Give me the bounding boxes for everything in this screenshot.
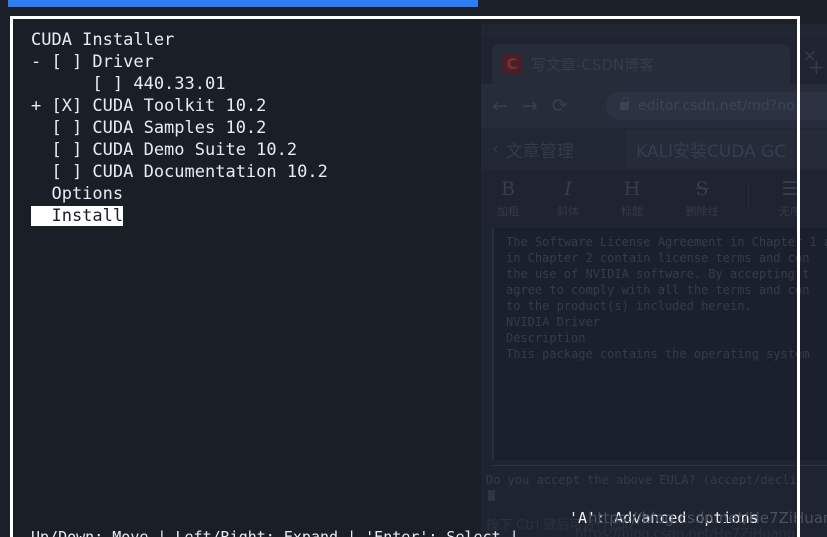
terminal-content-area: CUDA Installer - [ ] Driver [ ] 440.33.0… — [13, 19, 519, 537]
menu-item-cuda-demo-suite[interactable]: [ ] CUDA Demo Suite 10.2 — [31, 139, 471, 161]
menu-item-cuda-documentation[interactable]: [ ] CUDA Documentation 10.2 — [31, 161, 471, 183]
terminal-right-border — [797, 16, 800, 537]
menu-title: CUDA Installer — [31, 30, 175, 50]
cuda-installer-menu[interactable]: CUDA Installer - [ ] Driver [ ] 440.33.0… — [31, 29, 471, 227]
watermark-url: https://blog.csdn.net/He7ZiHuang — [588, 509, 827, 527]
new-tab-icon[interactable]: + — [808, 57, 825, 77]
menu-item-driver[interactable]: - [ ] Driver — [31, 51, 471, 73]
top-progress-bar — [8, 0, 478, 7]
menu-item-install-selected: Install — [31, 206, 124, 226]
menu-item-driver-version[interactable]: [ ] 440.33.01 — [31, 73, 471, 95]
menu-item-cuda-samples[interactable]: [ ] CUDA Samples 10.2 — [31, 117, 471, 139]
menu-item-cuda-toolkit[interactable]: + [X] CUDA Toolkit 10.2 — [31, 95, 471, 117]
screenshot-root: C 写文章-CSDN博客 ✕ + ← → ⟳ editor.csdn.net/m… — [0, 0, 827, 537]
watermark-url-under: https://blog.csdn.net/He7ZiHuang — [575, 527, 796, 537]
menu-item-options[interactable]: Options — [31, 183, 471, 205]
terminal-window[interactable]: CUDA Installer - [ ] Driver [ ] 440.33.0… — [10, 16, 800, 537]
menu-item-install[interactable]: Install — [31, 205, 471, 227]
terminal-status-bar-left: Up/Down: Move | Left/Right: Expand | 'En… — [31, 528, 528, 537]
